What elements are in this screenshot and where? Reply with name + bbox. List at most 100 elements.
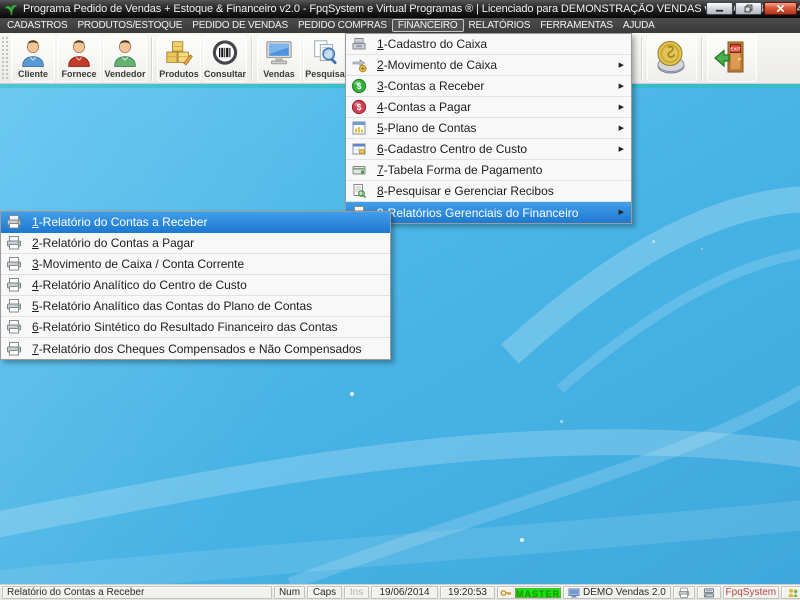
network-status-panel: [697, 586, 721, 599]
seller-person-icon: [110, 38, 140, 68]
printer-icon: [6, 256, 23, 272]
menu-item-label: 7-Tabela Forma de Pagamento: [377, 163, 542, 177]
financeiro-menu-item-8-pesquisar-e-gerenciar-recibos[interactable]: 8-Pesquisar e Gerenciar Recibos: [346, 181, 631, 202]
users-icon: [787, 587, 799, 599]
reports-submenu-item-1-relatorio-do-contas-a-receber[interactable]: 1-Relatório do Contas a Receber: [1, 212, 390, 233]
insert-indicator: Ins: [344, 586, 369, 599]
menu-item-label: 5-Plano de Contas: [377, 121, 476, 135]
toolbar-button-label: Vendas: [263, 69, 295, 79]
submenu-arrow-icon: ▶: [619, 209, 624, 216]
toolbar-button-consultar[interactable]: Consultar: [203, 35, 247, 82]
reports-submenu-item-2-relatorio-do-contas-a-pagar[interactable]: 2-Relatório do Contas a Pagar: [1, 233, 390, 254]
computer-icon: [568, 587, 580, 599]
search-documents-icon: [310, 38, 340, 68]
chart-of-accounts-icon: [351, 120, 368, 136]
financeiro-menu-item-2-movimento-de-caixa[interactable]: 2-Movimento de Caixa▶: [346, 55, 631, 76]
wallpaper-sparkle: [560, 420, 563, 423]
menu-item-label: 6-Cadastro Centro de Custo: [377, 142, 527, 156]
menu-item-label: 3-Contas a Receber: [377, 79, 484, 93]
window-title: Programa Pedido de Vendas + Estoque & Fi…: [23, 3, 800, 15]
toolbar-button-vendas[interactable]: Vendas: [257, 35, 301, 82]
wallpaper-sparkle: [350, 392, 354, 396]
reports-submenu-item-6-relatorio-sintetico-do-resultado-financeiro-das-contas[interactable]: 6-Relatório Sintético do Resultado Finan…: [1, 317, 390, 338]
financeiro-menu-item-3-contas-a-receber[interactable]: $3-Contas a Receber ▶: [346, 76, 631, 97]
toolbar-button-cliente[interactable]: Cliente: [11, 35, 55, 82]
menu-item-label: 5-Relatório Analítico das Contas do Plan…: [32, 299, 312, 313]
menu-item-label: 2-Relatório do Contas a Pagar: [32, 236, 194, 250]
wallpaper-sparkle: [520, 538, 524, 542]
supplier-person-icon: [64, 38, 94, 68]
payable-dollar-icon: $: [351, 99, 368, 115]
menubar-item-relatorios[interactable]: RELATÓRIOS: [464, 19, 536, 32]
menubar-item-financeiro[interactable]: FINANCEIRO: [392, 19, 464, 32]
cash-movement-icon: [351, 57, 368, 73]
financeiro-menu-item-1-cadastro-do-caixa[interactable]: 1-Cadastro do Caixa: [346, 34, 631, 55]
submenu-arrow-icon: ▶: [619, 62, 624, 69]
menubar-item-cadastros[interactable]: CADASTROS: [2, 19, 72, 32]
printer-icon: [6, 214, 23, 230]
financeiro-menu-item-6-cadastro-centro-de-custo[interactable]: 6-Cadastro Centro de Custo ▶: [346, 139, 631, 160]
company-name: DEMO Vendas 2.0: [583, 587, 666, 598]
menubar-item-pedido-de-vendas[interactable]: PEDIDO DE VENDAS: [187, 19, 293, 32]
financeiro-dropdown-menu: 1-Cadastro do Caixa 2-Movimento de Caixa▶…: [345, 33, 632, 224]
restore-button[interactable]: [735, 2, 762, 15]
toolbar-button-fornecedor[interactable]: Fornece: [57, 35, 101, 82]
client-person-icon: [18, 38, 48, 68]
money-coin-icon: [652, 38, 692, 78]
date-panel: 19/06/2014: [371, 586, 438, 599]
submenu-arrow-icon: ▶: [619, 83, 624, 90]
toolbar-left-group: ClienteForneceVendedor Produtos Consultar V…: [10, 34, 394, 83]
submenu-arrow-icon: ▶: [619, 125, 624, 132]
menu-item-label: 6-Relatório Sintético do Resultado Finan…: [32, 320, 338, 334]
toolbar-separator: [251, 37, 253, 81]
menu-bar: CADASTROSPRODUTOS/ESTOQUEPEDIDO DE VENDA…: [0, 18, 800, 33]
printer-icon: [6, 298, 23, 314]
time-panel: 19:20:53: [440, 586, 495, 599]
submenu-arrow-icon: ▶: [619, 146, 624, 153]
menu-item-label: 1-Cadastro do Caixa: [377, 37, 487, 51]
menubar-item-ferramentas[interactable]: FERRAMENTAS: [535, 19, 618, 32]
menu-item-label: 3-Movimento de Caixa / Conta Corrente: [32, 257, 244, 271]
reports-submenu-item-5-relatorio-analitico-das-contas-do-plano-de-contas[interactable]: 5-Relatório Analítico das Contas do Plan…: [1, 296, 390, 317]
reports-submenu-item-3-movimento-de-caixa-conta-corrente[interactable]: 3-Movimento de Caixa / Conta Corrente: [1, 254, 390, 275]
submenu-arrow-icon: ▶: [619, 104, 624, 111]
menubar-item-ajuda[interactable]: AJUDA: [618, 19, 660, 32]
toolbar-right-group: EXIT: [638, 34, 758, 83]
brand-panel: FpqSystem: [723, 586, 779, 599]
toolbar-button-pesquisa[interactable]: Pesquisa: [303, 35, 347, 82]
financeiro-menu-item-5-plano-de-contas[interactable]: 5-Plano de Contas ▶: [346, 118, 631, 139]
products-boxes-icon: [164, 38, 194, 68]
reports-submenu-item-7-relatorio-dos-cheques-compensados-e-nao-compensados[interactable]: 7-Relatório dos Cheques Compensados e Nã…: [1, 338, 390, 359]
toolbar-separator: [641, 37, 643, 81]
toolbar-button-financeiro[interactable]: [647, 35, 697, 82]
title-bar: Programa Pedido de Vendas + Estoque & Fi…: [0, 0, 800, 18]
menu-item-label: 4-Contas a Pagar: [377, 100, 471, 114]
svg-text:$: $: [357, 102, 362, 112]
wallpaper-sparkle: [652, 240, 655, 243]
reports-submenu: 1-Relatório do Contas a Receber 2-Relatór…: [0, 211, 391, 360]
toolbar-button-vendedor[interactable]: Vendedor: [103, 35, 147, 82]
app-logo-icon: [4, 2, 18, 16]
financeiro-menu-item-4-contas-a-pagar[interactable]: $4-Contas a Pagar ▶: [346, 97, 631, 118]
minimize-button[interactable]: [706, 2, 733, 15]
menubar-item-produtos-estoque[interactable]: PRODUTOS/ESTOQUE: [72, 19, 187, 32]
toolbar-separator: [151, 37, 153, 81]
menubar-item-pedido-compras[interactable]: PEDIDO COMPRAS: [293, 19, 392, 32]
toolbar-button-sair[interactable]: EXIT: [707, 35, 757, 82]
reports-submenu-item-4-relatorio-analitico-do-centro-de-custo[interactable]: 4-Relatório Analítico do Centro de Custo: [1, 275, 390, 296]
toolbar-grip[interactable]: [1, 36, 10, 80]
svg-text:$: $: [357, 81, 362, 91]
application-window: Programa Pedido de Vendas + Estoque & Fi…: [0, 0, 800, 600]
toolbar-button-label: Produtos: [159, 69, 199, 79]
financeiro-menu-item-7-tabela-forma-de-pagamento[interactable]: 7-Tabela Forma de Pagamento: [346, 160, 631, 181]
exit-door-icon: EXIT: [712, 38, 752, 78]
barcode-search-icon: [210, 38, 240, 68]
toolbar-separator: [701, 37, 703, 81]
printer-icon: [6, 235, 23, 251]
toolbar-button-label: Pesquisa: [305, 69, 345, 79]
window-controls: [706, 2, 797, 15]
close-button[interactable]: [764, 2, 797, 15]
printer-icon: [6, 341, 23, 357]
toolbar-button-produtos[interactable]: Produtos: [157, 35, 201, 82]
cashbox-icon: [351, 36, 368, 52]
